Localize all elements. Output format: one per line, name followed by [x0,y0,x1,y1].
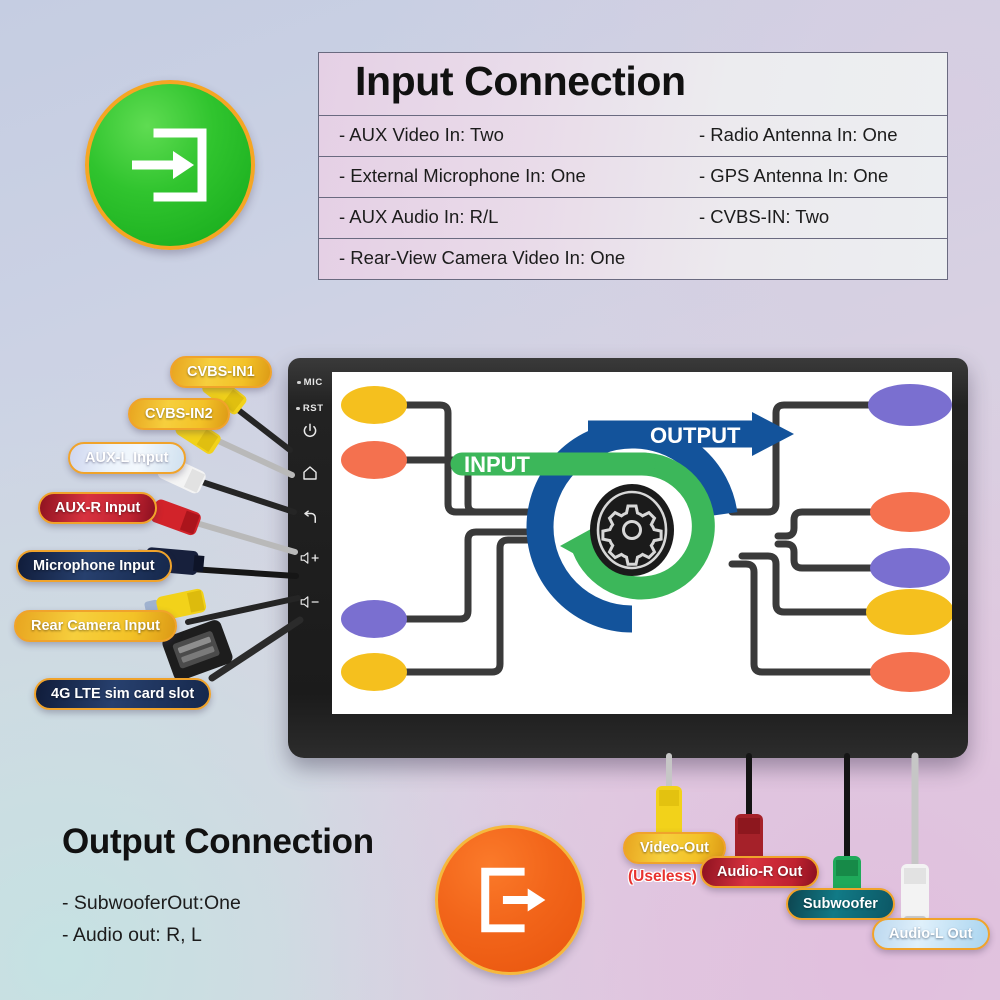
spec-cell: - Radio Antenna In: One [699,123,898,145]
input-flow-label: INPUT [464,452,531,477]
label-aux-r-input: AUX-R Input [38,492,158,524]
label-video-out-note: (Useless) [628,868,697,885]
flow-node [341,386,407,424]
flow-node [870,548,950,588]
flow-node [870,492,950,532]
flow-node [341,653,407,691]
table-row: - Rear-View Camera Video In: One [319,238,947,279]
flow-node [866,589,952,635]
label-sim-card-slot: 4G LTE sim card slot [34,678,212,710]
gear-icon [590,484,674,576]
label-audio-l-out: Audio-L Out [872,918,990,950]
table-row: - AUX Video In: Two - Radio Antenna In: … [319,115,947,157]
spec-cell: - AUX Audio In: R/L [339,205,499,227]
flow-node-group-right [866,384,952,692]
input-output-flow-diagram: INPUT OUTPUT [341,384,952,692]
spec-cell: - External Microphone In: One [339,164,586,186]
label-rear-camera-input: Rear Camera Input [14,610,177,642]
output-badge [435,825,585,975]
flow-node-group-left [341,386,407,691]
label-cvbs-in2: CVBS-IN2 [128,398,230,430]
list-item: - Audio out: R, L [62,923,202,946]
spec-cell: - GPS Antenna In: One [699,164,889,186]
label-aux-l-input: AUX-L Input [68,442,186,474]
input-connection-table: Input Connection - AUX Video In: Two - R… [318,52,948,280]
spec-cell: - AUX Video In: Two [339,123,504,145]
car-head-unit: MIC RST INPUT OUTPUT [288,358,968,758]
flow-node [868,384,952,426]
input-connection-title: Input Connection [319,53,947,116]
input-badge [85,80,255,250]
output-flow-label: OUTPUT [650,423,741,448]
spec-cell: - CVBS-IN: Two [699,205,830,227]
table-row: - AUX Audio In: R/L - CVBS-IN: Two [319,197,947,239]
head-unit-screen: INPUT OUTPUT [332,372,952,714]
flow-node [341,600,407,638]
spec-cell: - Rear-View Camera Video In: One [339,246,626,268]
table-row: - External Microphone In: One - GPS Ante… [319,156,947,198]
label-subwoofer: Subwoofer [786,888,895,920]
flow-node [870,652,950,692]
output-arrow-icon [481,867,546,933]
flow-node [341,441,407,479]
label-audio-r-out: Audio-R Out [700,856,820,888]
output-connection-list: - SubwooferOut:One - Audio out: R, L [62,888,241,951]
label-microphone-input: Microphone Input [16,550,172,582]
input-arrow-icon [132,128,207,202]
list-item: - SubwooferOut:One [62,892,241,914]
input-cable-harness [135,366,304,682]
label-cvbs-in1: CVBS-IN1 [170,356,272,388]
output-connection-title: Output Connection [62,822,374,861]
